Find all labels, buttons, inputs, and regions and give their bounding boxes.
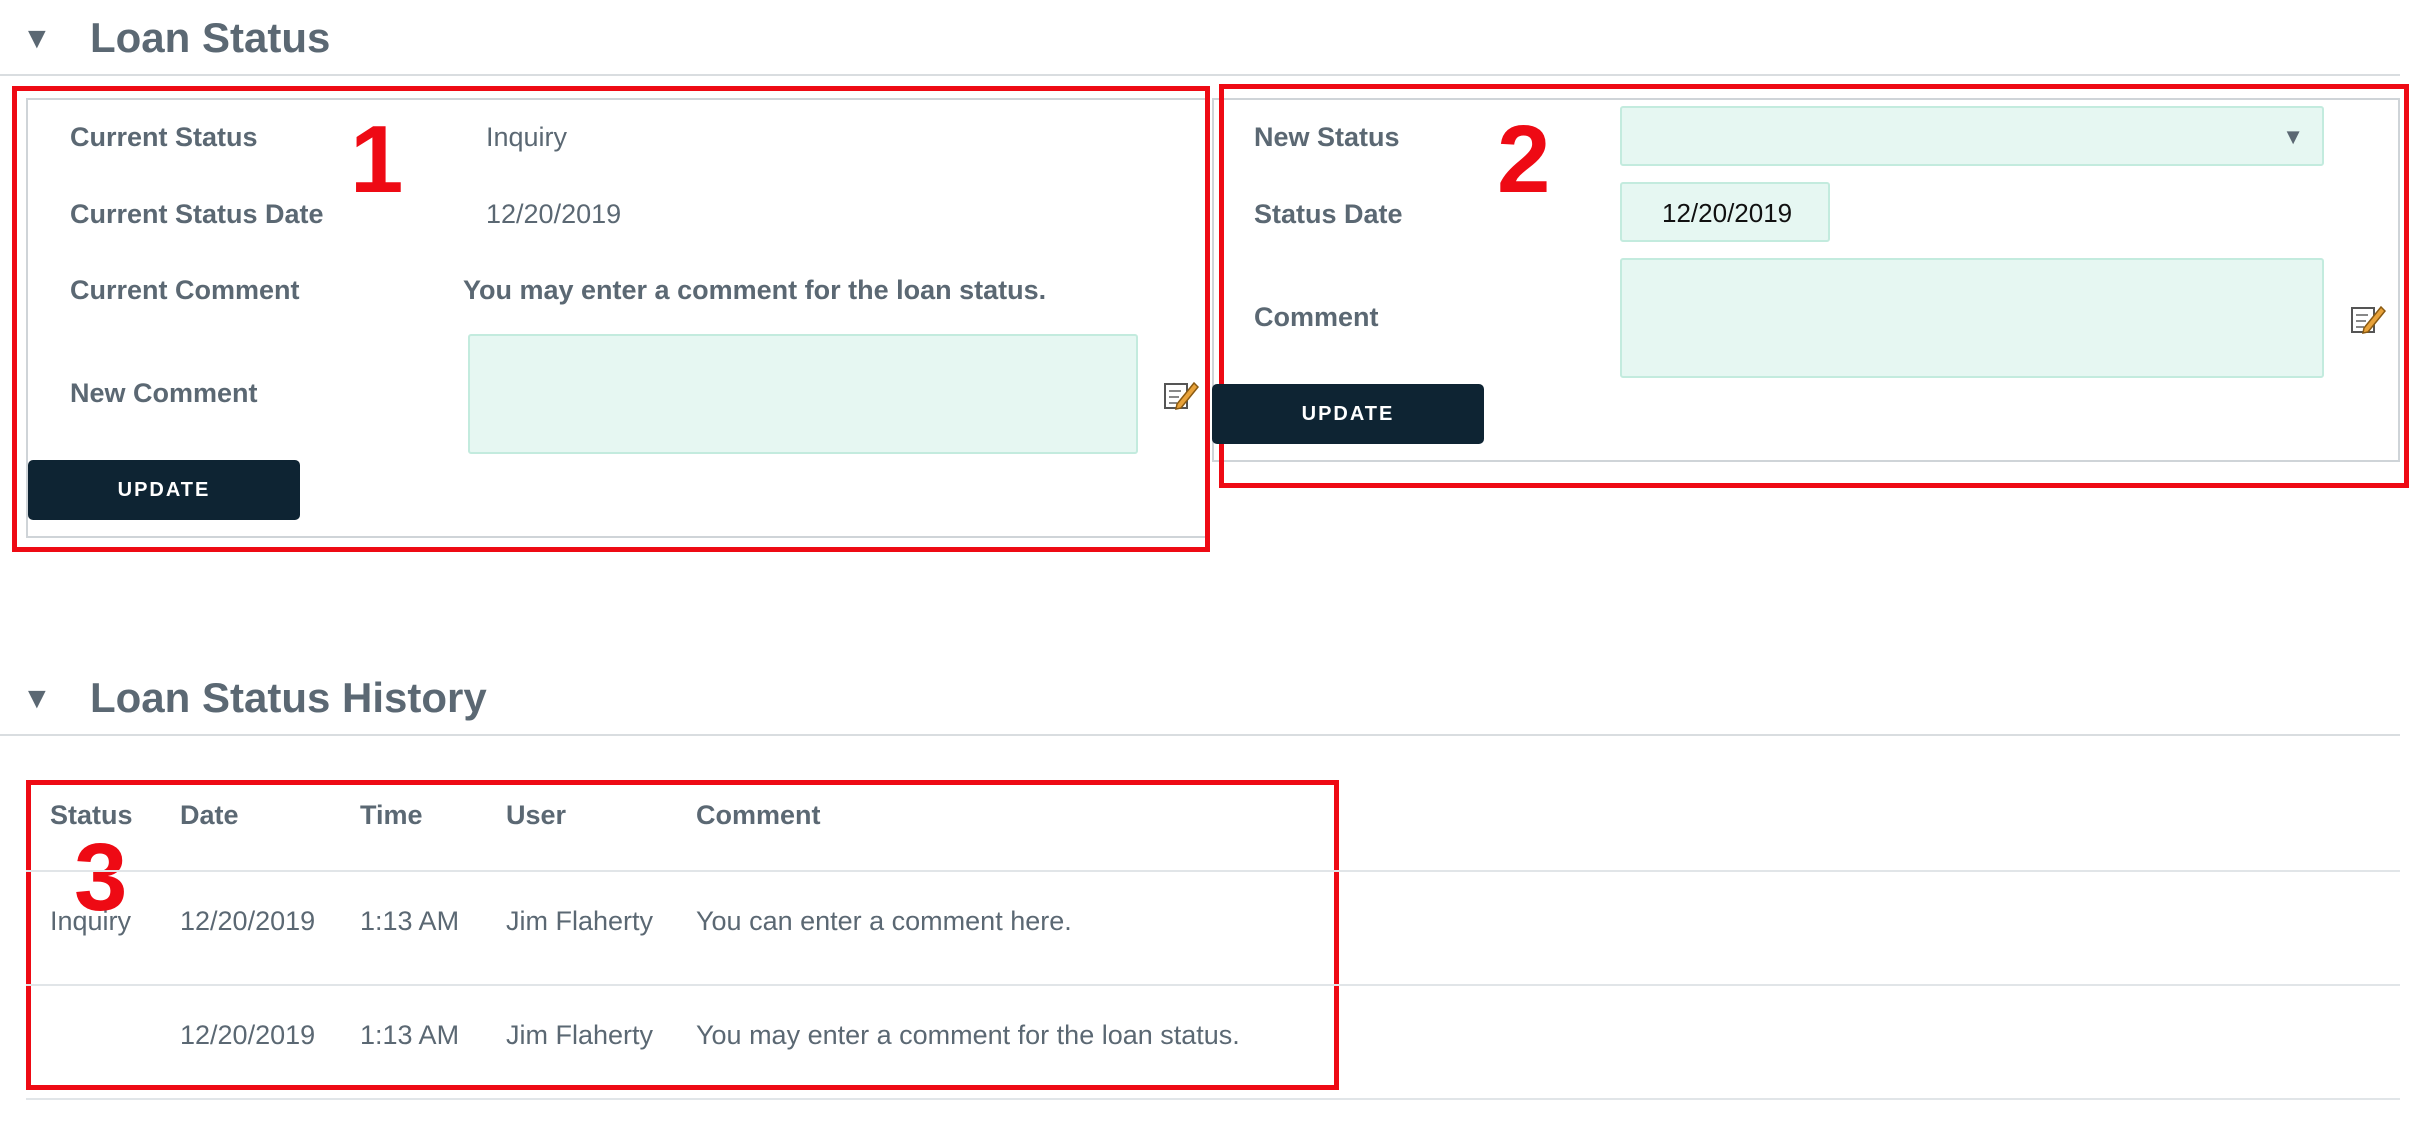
current-status-date-label: Current Status Date: [70, 199, 324, 229]
update-new-button[interactable]: UPDATE: [1212, 384, 1484, 444]
collapse-caret-icon[interactable]: ▼: [22, 684, 52, 714]
current-comment-label: Current Comment: [70, 275, 300, 305]
new-status-label: New Status: [1254, 122, 1400, 152]
column-header-comment: Comment: [696, 800, 821, 830]
cell-comment: You may enter a comment for the loan sta…: [696, 1020, 1240, 1050]
status-date-label: Status Date: [1254, 199, 1403, 229]
history-table: Status Date Time User Comment Inquiry 12…: [0, 780, 2400, 1120]
current-status-label: Current Status: [70, 122, 258, 152]
status-date-field[interactable]: 12/20/2019: [1620, 182, 1830, 242]
cell-date: 12/20/2019: [180, 1020, 316, 1050]
loan-status-header[interactable]: ▼ Loan Status: [0, 0, 2400, 76]
column-header-time: Time: [360, 800, 423, 830]
row-divider: [26, 1098, 2400, 1100]
section-title: Loan Status: [90, 14, 331, 61]
comment-field[interactable]: [1620, 258, 2324, 378]
current-comment-value: You may enter a comment for the loan sta…: [463, 275, 1047, 305]
column-header-date: Date: [180, 800, 239, 830]
current-status-date-value: 12/20/2019: [486, 199, 622, 229]
update-current-button[interactable]: UPDATE: [28, 460, 300, 520]
annotation-number-2: 2: [1497, 106, 1551, 213]
edit-note-icon[interactable]: [2350, 302, 2387, 336]
table-row: Inquiry 12/20/2019 1:13 AM Jim Flaherty …: [26, 872, 2400, 984]
new-comment-label: New Comment: [70, 378, 258, 408]
cell-comment: You can enter a comment here.: [696, 906, 1072, 936]
column-header-user: User: [506, 800, 567, 830]
edit-note-icon[interactable]: [1163, 378, 1200, 412]
cell-status: Inquiry: [50, 906, 132, 936]
new-status-select[interactable]: ▼: [1620, 106, 2324, 166]
section-title: Loan Status History: [90, 674, 487, 721]
current-status-value: Inquiry: [486, 122, 568, 152]
new-comment-field[interactable]: [468, 334, 1138, 454]
cell-user: Jim Flaherty: [506, 1020, 654, 1050]
cell-time: 1:13 AM: [360, 1020, 460, 1050]
annotation-number-1: 1: [350, 106, 404, 213]
cell-user: Jim Flaherty: [506, 906, 654, 936]
cell-date: 12/20/2019: [180, 906, 316, 936]
dropdown-arrow-icon[interactable]: ▼: [2282, 124, 2304, 150]
loan-status-history-header[interactable]: ▼ Loan Status History: [0, 660, 2400, 736]
table-row: 12/20/2019 1:13 AM Jim Flaherty You may …: [26, 986, 2400, 1098]
status-date-value: 12/20/2019: [1662, 198, 1793, 228]
cell-time: 1:13 AM: [360, 906, 460, 936]
column-header-status: Status: [50, 800, 133, 830]
collapse-caret-icon[interactable]: ▼: [22, 24, 52, 54]
comment-label: Comment: [1254, 302, 1379, 332]
